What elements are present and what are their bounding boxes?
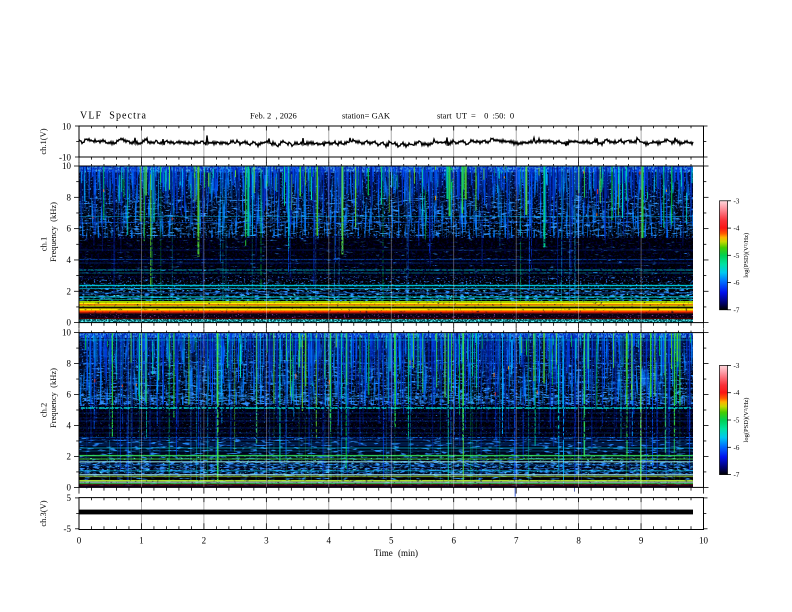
svg-text:Feb. 2 , 2026: Feb. 2 , 2026 xyxy=(250,111,297,121)
svg-text:-4: -4 xyxy=(734,389,740,397)
svg-text:5: 5 xyxy=(67,493,72,503)
svg-text:-7: -7 xyxy=(734,306,740,314)
svg-text:2: 2 xyxy=(202,536,207,546)
svg-text:0: 0 xyxy=(77,536,82,546)
svg-text:Time (min): Time (min) xyxy=(374,548,418,558)
svg-text:0: 0 xyxy=(67,483,72,493)
svg-text:-3: -3 xyxy=(734,197,740,205)
svg-text:ch.3(V): ch.3(V) xyxy=(38,500,48,526)
svg-text:8: 8 xyxy=(67,192,72,202)
svg-text:8: 8 xyxy=(67,359,72,369)
svg-text:-5: -5 xyxy=(734,417,740,425)
svg-text:ch.1: ch.1 xyxy=(39,237,49,251)
svg-text:Frequency (kHz): Frequency (kHz) xyxy=(48,368,58,428)
svg-text:9: 9 xyxy=(639,536,644,546)
svg-text:Frequency (kHz): Frequency (kHz) xyxy=(48,202,58,262)
svg-text:1: 1 xyxy=(139,536,144,546)
svg-text:8: 8 xyxy=(576,536,581,546)
svg-text:-6: -6 xyxy=(734,444,740,452)
svg-text:log(PSD)(V²/Hz): log(PSD)(V²/Hz) xyxy=(743,398,750,443)
svg-text:10: 10 xyxy=(62,122,72,132)
svg-text:6: 6 xyxy=(67,224,72,234)
svg-text:3: 3 xyxy=(264,536,269,546)
svg-text:-6: -6 xyxy=(734,279,740,287)
svg-text:7: 7 xyxy=(514,536,519,546)
svg-text:4: 4 xyxy=(67,421,72,431)
svg-text:6: 6 xyxy=(451,536,456,546)
svg-text:-4: -4 xyxy=(734,225,740,233)
svg-text:4: 4 xyxy=(327,536,332,546)
svg-text:10: 10 xyxy=(62,161,72,171)
svg-text:4: 4 xyxy=(67,255,72,265)
svg-text:station= GAK: station= GAK xyxy=(342,111,391,121)
svg-text:-5: -5 xyxy=(734,252,740,260)
svg-text:ch.2: ch.2 xyxy=(39,403,49,417)
svg-text:2: 2 xyxy=(67,452,72,462)
svg-text:log(PSD)(V²/Hz): log(PSD)(V²/Hz) xyxy=(743,233,750,278)
svg-text:2: 2 xyxy=(67,286,72,296)
svg-text:VLF Spectra: VLF Spectra xyxy=(80,111,147,122)
svg-text:5: 5 xyxy=(389,536,394,546)
svg-text:6: 6 xyxy=(67,390,72,400)
svg-text:0: 0 xyxy=(67,318,72,328)
svg-text:start UT = 0 :50: 0: start UT = 0 :50: 0 xyxy=(437,111,514,121)
svg-text:ch.1(V): ch.1(V) xyxy=(38,128,48,154)
svg-text:-7: -7 xyxy=(734,471,740,479)
svg-text:-3: -3 xyxy=(734,362,740,370)
svg-text:-5: -5 xyxy=(64,524,72,534)
svg-text:10: 10 xyxy=(699,536,709,546)
svg-text:10: 10 xyxy=(62,328,72,338)
